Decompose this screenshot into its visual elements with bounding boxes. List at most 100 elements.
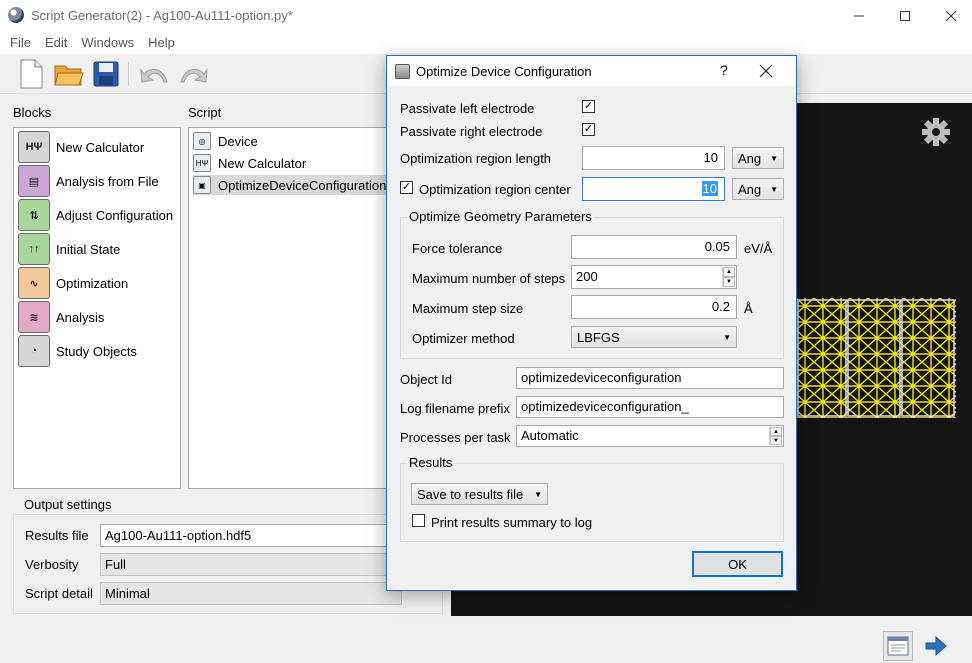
passivate-right-checkbox[interactable]: ✓: [582, 123, 595, 136]
passivate-left-checkbox[interactable]: ✓: [582, 100, 595, 113]
undo-button[interactable]: [138, 56, 172, 92]
processes-label: Processes per task: [400, 430, 511, 445]
maximize-button[interactable]: [882, 0, 928, 32]
dialog-app-icon: [395, 64, 410, 79]
region-center-input[interactable]: 10: [582, 177, 725, 201]
block-initial-state[interactable]: ↑↑ Initial State: [18, 233, 120, 265]
geometry-parameters-title: Optimize Geometry Parameters: [407, 209, 594, 224]
menu-windows[interactable]: Windows: [74, 32, 141, 54]
results-file-input[interactable]: Ag100-Au111-option.hdf5: [100, 524, 400, 547]
close-icon: [946, 11, 956, 21]
block-label: Analysis: [56, 309, 105, 325]
toolbar-separator: [128, 62, 129, 86]
calculator-icon: HΨ: [18, 131, 50, 163]
script-detail-select[interactable]: Minimal: [100, 582, 402, 605]
block-analysis-from-file[interactable]: ▤ Analysis from File: [18, 165, 159, 197]
verbosity-select[interactable]: Full: [100, 553, 400, 576]
help-button[interactable]: ?: [720, 62, 728, 78]
script-item-device[interactable]: ◎ Device: [193, 131, 389, 151]
minimize-icon: [854, 15, 864, 17]
block-adjust-configuration[interactable]: ⇅ Adjust Configuration: [18, 199, 173, 231]
chevron-down-icon[interactable]: ▼: [723, 277, 735, 287]
log-button[interactable]: [883, 631, 913, 661]
close-window-button[interactable]: [928, 0, 972, 32]
analysis-icon: ≋: [18, 301, 50, 333]
adjust-configuration-icon: ⇅: [18, 199, 50, 231]
script-detail-value: Minimal: [105, 586, 150, 601]
block-study-objects[interactable]: ◔ Study Objects: [18, 335, 137, 367]
send-to-button[interactable]: [921, 631, 951, 661]
title-bar: Script Generator(2) - Ag100-Au111-option…: [0, 0, 972, 32]
script-item-new-calculator[interactable]: HΨ New Calculator: [193, 153, 389, 173]
new-file-button[interactable]: [14, 56, 48, 92]
results-file-label: Results file: [25, 528, 89, 543]
check-icon: ✓: [401, 181, 412, 193]
optimize-device-icon: ▣: [193, 176, 211, 194]
script-item-optimize-device[interactable]: ▣ OptimizeDeviceConfiguration: [193, 175, 389, 195]
arrow-right-icon: [925, 636, 947, 656]
gear-icon[interactable]: [921, 117, 951, 147]
initial-state-icon: ↑↑: [18, 233, 50, 265]
save-button[interactable]: [89, 56, 123, 92]
object-id-input[interactable]: optimizedeviceconfiguration: [516, 367, 784, 389]
save-results-select[interactable]: Save to results file ▼: [411, 483, 548, 505]
output-settings-title: Output settings: [22, 497, 114, 512]
spinner-buttons[interactable]: ▲ ▼: [769, 427, 782, 445]
redo-button[interactable]: [176, 56, 210, 92]
chevron-up-icon[interactable]: ▲: [770, 427, 782, 436]
optimizer-method-value: LBFGS: [577, 329, 620, 345]
script-detail-label: Script detail: [25, 586, 93, 601]
check-icon: ✓: [583, 123, 594, 135]
processes-spinner[interactable]: Automatic ▲ ▼: [516, 425, 784, 447]
chevron-down-icon[interactable]: ▼: [770, 436, 782, 445]
calculator-icon: HΨ: [193, 154, 211, 172]
open-button[interactable]: [52, 56, 86, 92]
max-step-size-input[interactable]: 0.2: [571, 295, 737, 319]
menu-file[interactable]: File: [3, 32, 38, 54]
maximize-icon: [900, 11, 910, 21]
region-center-unit-select[interactable]: Ang ▼: [732, 178, 784, 200]
max-step-size-label: Maximum step size: [412, 301, 524, 316]
analysis-file-icon: ▤: [18, 165, 50, 197]
app-icon: [8, 7, 24, 23]
menu-edit[interactable]: Edit: [38, 32, 74, 54]
chevron-up-icon[interactable]: ▲: [723, 267, 735, 277]
region-length-unit-select[interactable]: Ang ▼: [732, 147, 784, 169]
ok-button[interactable]: OK: [692, 551, 783, 577]
redo-icon: [180, 68, 208, 83]
script-item-label: Device: [218, 133, 258, 149]
script-list: ◎ Device HΨ New Calculator ▣ OptimizeDev…: [188, 127, 398, 489]
region-length-input[interactable]: 10: [582, 146, 725, 170]
max-steps-spinner[interactable]: 200 ▲ ▼: [571, 265, 737, 289]
script-label: Script: [188, 105, 222, 120]
atomic-structure: [796, 298, 956, 418]
block-new-calculator[interactable]: HΨ New Calculator: [18, 131, 144, 163]
save-disk-icon: [93, 61, 119, 87]
dialog-title-bar: Optimize Device Configuration ?: [387, 56, 796, 86]
optimizer-method-select[interactable]: LBFGS ▼: [571, 326, 737, 348]
region-center-checkbox[interactable]: ✓: [400, 181, 413, 194]
new-file-icon: [20, 59, 43, 89]
close-icon: [759, 64, 773, 78]
dialog-close-button[interactable]: [759, 59, 773, 83]
menu-help[interactable]: Help: [141, 32, 182, 54]
region-length-label: Optimization region length: [400, 151, 552, 166]
block-label: Optimization: [56, 275, 129, 291]
check-icon: ✓: [583, 100, 594, 112]
block-optimization[interactable]: ∿ Optimization: [18, 267, 128, 299]
chevron-down-icon: ▼: [770, 153, 778, 163]
script-item-label: New Calculator: [218, 155, 307, 171]
window-title: Script Generator(2) - Ag100-Au111-option…: [31, 8, 293, 23]
force-tolerance-unit: eV/Å: [744, 241, 773, 256]
force-tolerance-input[interactable]: 0.05: [571, 235, 737, 259]
spinner-buttons[interactable]: ▲ ▼: [722, 267, 735, 287]
block-analysis[interactable]: ≋ Analysis: [18, 301, 104, 333]
save-results-value: Save to results file: [417, 486, 524, 502]
print-summary-checkbox[interactable]: [412, 514, 425, 527]
block-label: Analysis from File: [56, 173, 159, 189]
optimizer-method-label: Optimizer method: [412, 331, 515, 346]
region-center-label: Optimization region center: [419, 182, 571, 197]
log-prefix-input[interactable]: optimizedeviceconfiguration_: [516, 396, 784, 418]
minimize-button[interactable]: [836, 0, 882, 32]
script-item-label: OptimizeDeviceConfiguration: [218, 177, 387, 193]
